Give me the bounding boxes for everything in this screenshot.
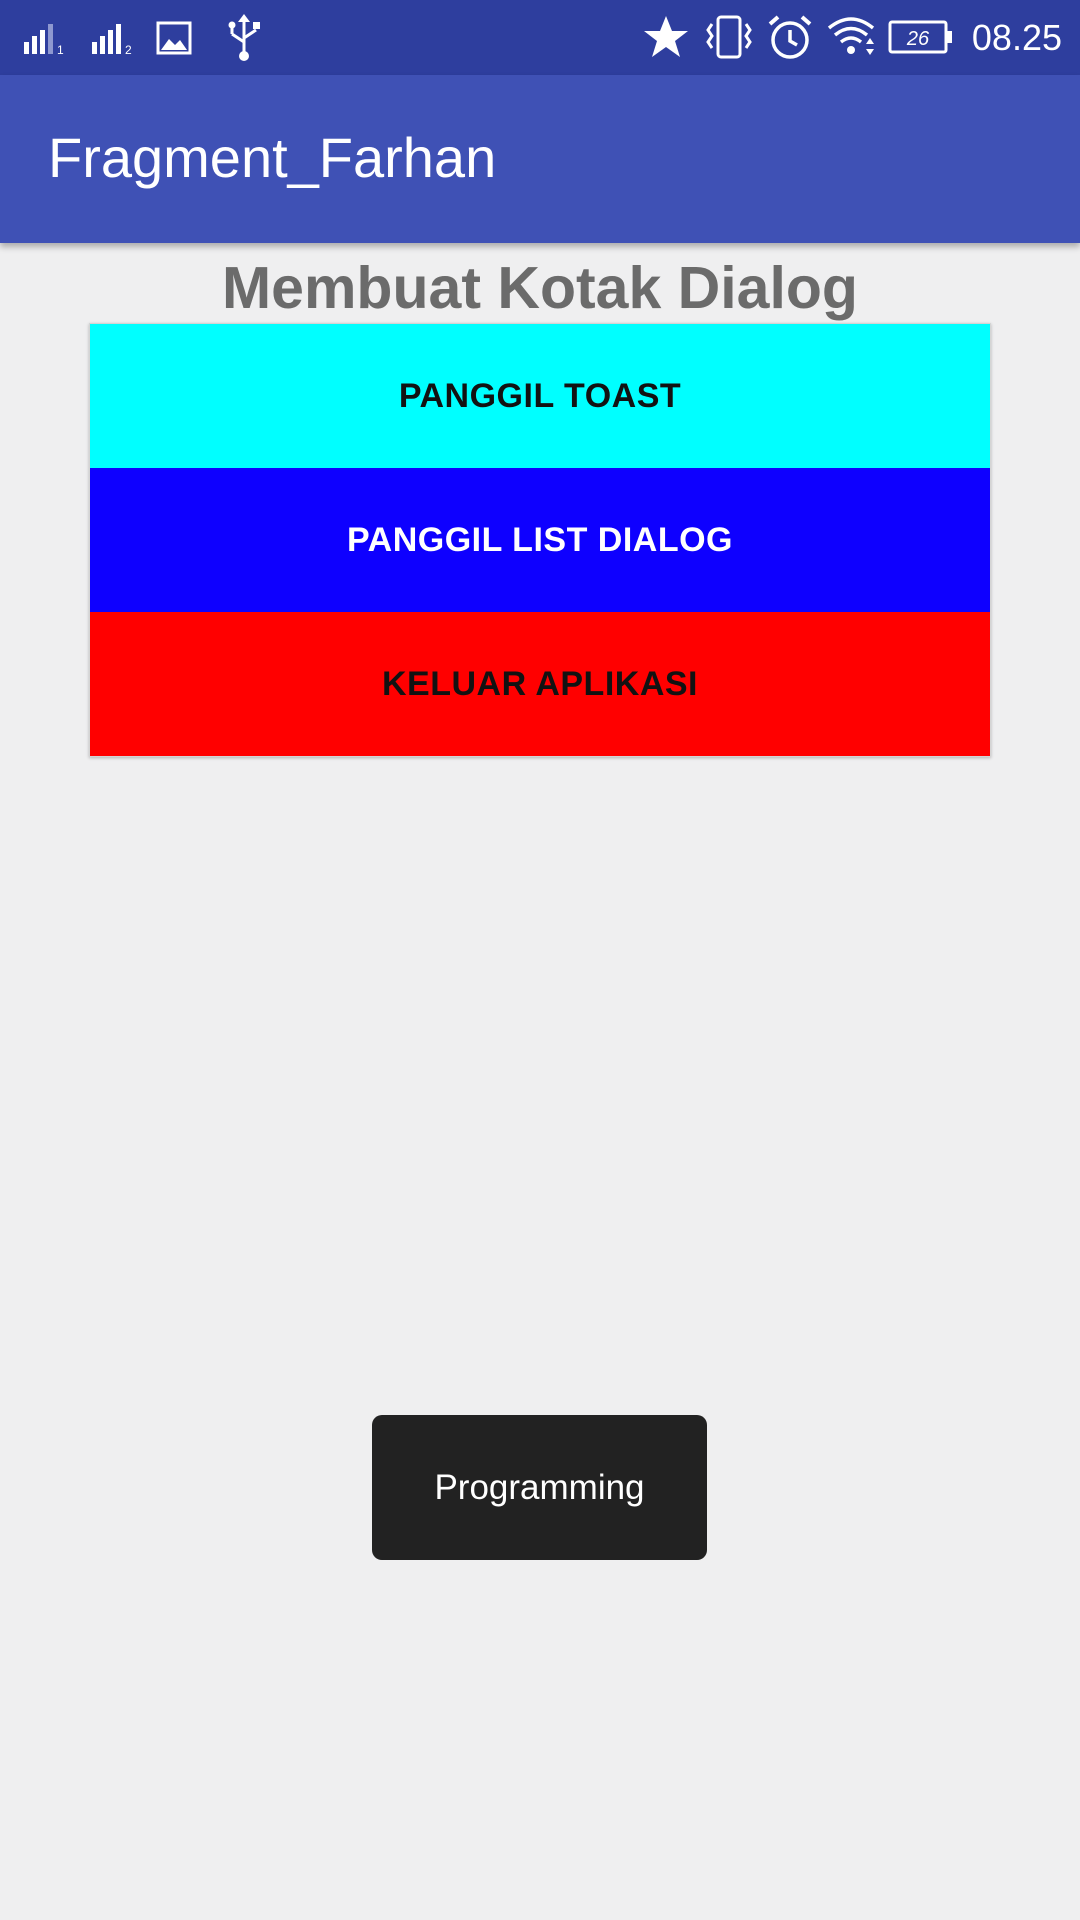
star-icon [644, 16, 688, 57]
image-notification-icon [156, 21, 192, 55]
usb-icon [228, 14, 260, 61]
show-list-dialog-button[interactable]: PANGGIL LIST DIALOG [90, 468, 990, 612]
battery-level: 26 [906, 28, 930, 50]
app-title: Fragment_Farhan [48, 126, 497, 189]
sim2-label: 2 [125, 43, 132, 56]
toast-message: Programming [434, 1467, 645, 1507]
app-bar: Fragment_Farhan [0, 75, 1080, 243]
show-toast-button[interactable]: PANGGIL TOAST [90, 324, 990, 468]
status-bar: 1 2 26 08.25 [0, 0, 1080, 75]
battery-icon: 26 [888, 20, 952, 54]
signal-sim2-icon: 2 [92, 24, 132, 56]
vibrate-icon [706, 15, 752, 59]
exit-app-button[interactable]: KELUAR APLIKASI [90, 612, 990, 756]
toast: Programming [372, 1415, 707, 1560]
alarm-icon [768, 15, 812, 59]
sim1-label: 1 [57, 43, 64, 56]
page-heading: Membuat Kotak Dialog [222, 255, 858, 321]
button-stack: PANGGIL TOAST PANGGIL LIST DIALOG KELUAR… [89, 323, 991, 757]
status-time: 08.25 [971, 17, 1062, 58]
signal-sim1-icon: 1 [24, 24, 64, 56]
wifi-icon [827, 17, 875, 55]
